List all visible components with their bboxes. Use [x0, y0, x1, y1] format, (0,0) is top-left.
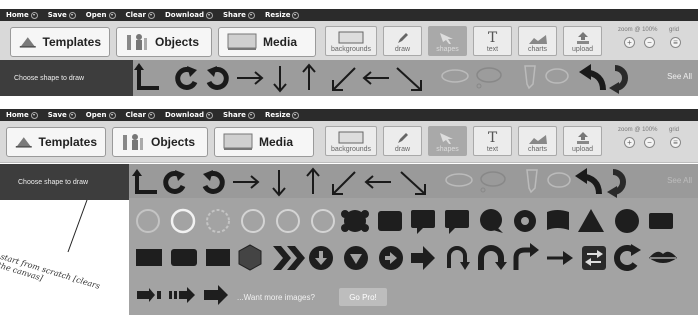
annotation-line: [67, 199, 88, 253]
